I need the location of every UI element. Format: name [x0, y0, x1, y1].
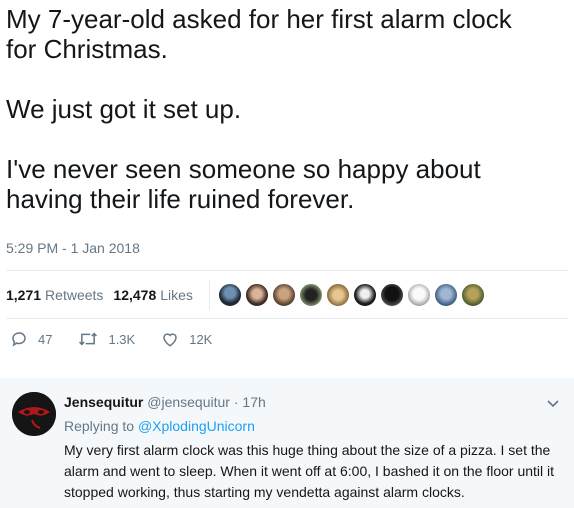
reply-count: 47 [38, 331, 53, 347]
reply-time[interactable]: 17h [242, 394, 265, 410]
tweet-actions: 47 1.3K 12K [10, 330, 238, 348]
retweet-count: 1.3K [108, 331, 136, 347]
likes-count: 12,478 [113, 287, 157, 303]
avatar[interactable] [379, 283, 404, 307]
retweet-icon [79, 332, 98, 346]
tweet-text: My 7-year-old asked for her first alarm … [6, 4, 566, 214]
reply-header: Jensequitur @jensequitur · 17h [64, 394, 266, 410]
avatar[interactable] [433, 283, 458, 307]
retweet-action[interactable]: 1.3K [78, 330, 135, 348]
avatar[interactable] [271, 283, 296, 307]
heart-icon [163, 333, 177, 347]
avatar[interactable] [406, 283, 431, 307]
like-count: 12K [189, 331, 213, 347]
reply-line: alarm and went to sleep. When it went of… [64, 463, 555, 479]
stats-separator [208, 280, 210, 310]
replying-mention[interactable]: @XplodingUnicorn [138, 418, 255, 434]
tweet-line: for Christmas. [6, 34, 168, 64]
reply-author-handle[interactable]: @jensequitur [147, 394, 230, 410]
liker-avatars [217, 283, 488, 307]
avatar[interactable] [298, 283, 323, 307]
reply-tweet[interactable]: Jensequitur @jensequitur · 17h Replying … [0, 378, 574, 508]
divider [6, 318, 568, 319]
avatar[interactable] [325, 283, 350, 307]
tweet-line: We just got it set up. [6, 94, 242, 124]
header-separator: · [233, 394, 239, 410]
like-action[interactable]: 12K [161, 330, 212, 348]
avatar[interactable] [460, 283, 485, 307]
replying-prefix: Replying to [64, 418, 135, 434]
likes-label: Likes [160, 287, 193, 303]
tweet-line: I've never seen someone so happy about [6, 154, 481, 184]
masked-face-icon [12, 392, 56, 436]
chevron-down-icon[interactable] [546, 396, 560, 410]
retweets-stat[interactable]: 1,271 Retweets [6, 287, 103, 303]
likes-stat[interactable]: 12,478 Likes [113, 287, 193, 303]
reply-icon [12, 332, 26, 347]
avatar[interactable] [217, 283, 242, 307]
reply-line: My very first alarm clock was this huge … [64, 442, 551, 458]
tweet-line: having their life ruined forever. [6, 184, 355, 214]
replying-to: Replying to @XplodingUnicorn [64, 418, 255, 434]
reply-body: My very first alarm clock was this huge … [64, 440, 564, 503]
avatar[interactable] [12, 392, 56, 436]
reply-author-name[interactable]: Jensequitur [64, 394, 143, 410]
avatar[interactable] [352, 283, 377, 307]
divider [6, 270, 568, 271]
tweet-stats: 1,271 Retweets 12,478 Likes [6, 272, 568, 318]
tweet-line: My 7-year-old asked for her first alarm … [6, 4, 512, 34]
retweets-count: 1,271 [6, 287, 42, 303]
tweet-timestamp[interactable]: 5:29 PM - 1 Jan 2018 [6, 240, 140, 256]
avatar[interactable] [244, 283, 269, 307]
reply-line: stopped working, thus starting my vendet… [64, 484, 465, 500]
reply-action[interactable]: 47 [10, 330, 52, 348]
retweets-label: Retweets [45, 287, 104, 303]
